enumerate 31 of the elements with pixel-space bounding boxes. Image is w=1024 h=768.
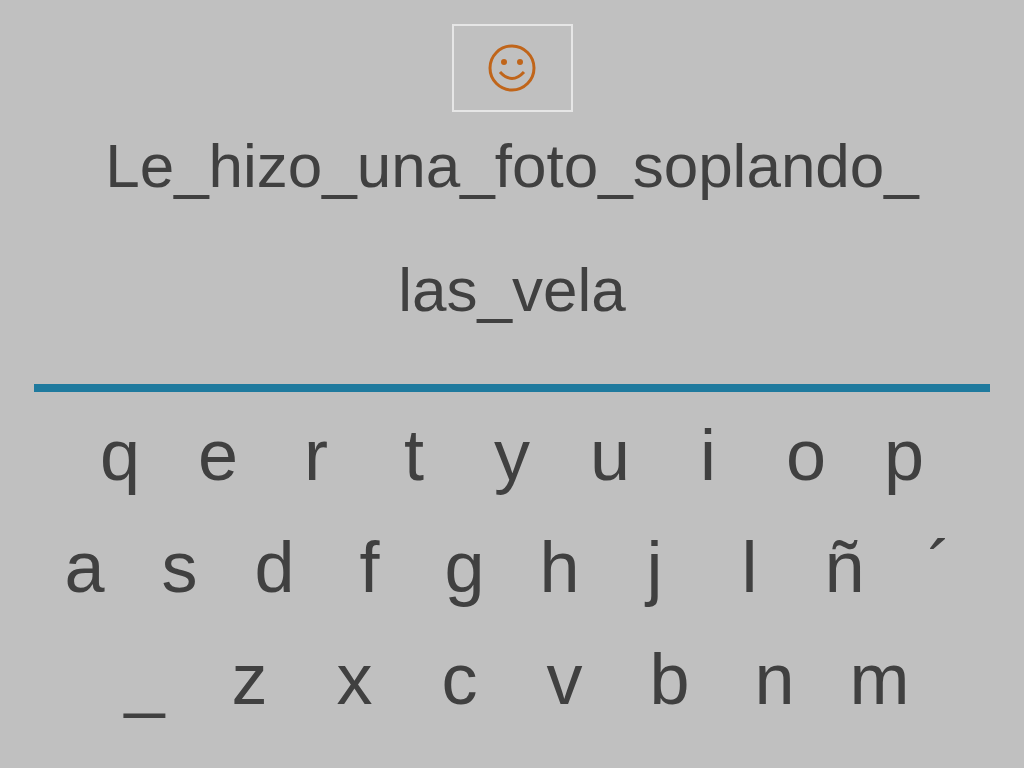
letter-key[interactable]: l	[702, 526, 797, 608]
letter-key[interactable]: m	[827, 638, 932, 720]
letter-key[interactable]: b	[617, 638, 722, 720]
letter-key[interactable]: p	[855, 414, 953, 496]
letter-key[interactable]: q	[71, 414, 169, 496]
letter-key[interactable]: u	[561, 414, 659, 496]
smiley-icon	[487, 43, 537, 93]
letter-key[interactable]: c	[407, 638, 512, 720]
letter-key[interactable]: i	[659, 414, 757, 496]
letter-key[interactable]: x	[302, 638, 407, 720]
letter-key[interactable]: h	[512, 526, 607, 608]
letter-key[interactable]: j	[607, 526, 702, 608]
letter-key[interactable]: v	[512, 638, 617, 720]
letter-key[interactable]: y	[463, 414, 561, 496]
letter-key[interactable]: a	[37, 526, 132, 608]
letter-key[interactable]: ´	[892, 526, 987, 608]
letter-key[interactable]: o	[757, 414, 855, 496]
letter-key[interactable]: _	[92, 638, 197, 720]
sentence-text: las_vela	[398, 256, 626, 324]
letter-key[interactable]: n	[722, 638, 827, 720]
letter-key[interactable]: z	[197, 638, 302, 720]
smiley-button[interactable]	[451, 24, 573, 112]
letter-key[interactable]: t	[365, 414, 463, 496]
letter-key[interactable]: r	[267, 414, 365, 496]
letter-key[interactable]: s	[132, 526, 227, 608]
letter-key[interactable]: ñ	[797, 526, 892, 608]
letter-key[interactable]: g	[417, 526, 512, 608]
letter-key[interactable]: e	[169, 414, 267, 496]
sentence-text: Le_hizo_una_foto_soplando_	[105, 132, 919, 200]
letter-key[interactable]: f	[322, 526, 417, 608]
letter-key[interactable]: d	[227, 526, 322, 608]
